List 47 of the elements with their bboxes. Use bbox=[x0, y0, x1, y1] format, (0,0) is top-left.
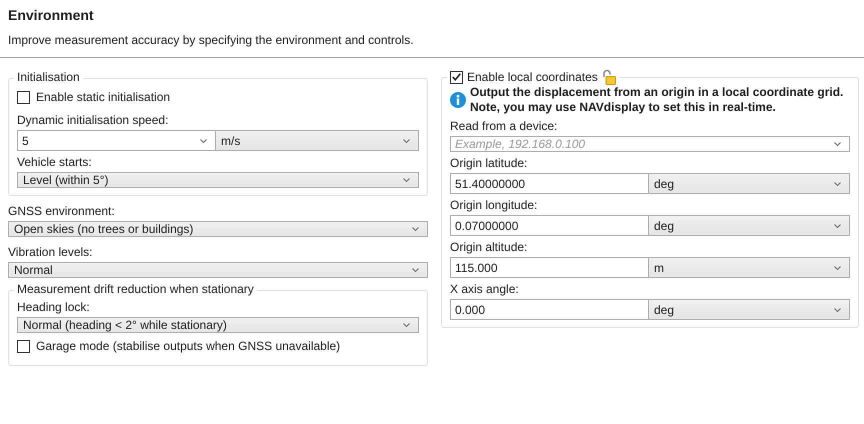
info-icon bbox=[450, 92, 466, 108]
field-label: Read from a device: bbox=[450, 119, 558, 134]
field-label: Origin altitude: bbox=[450, 240, 528, 255]
field-label: GNSS environment: bbox=[8, 204, 116, 219]
checkbox[interactable] bbox=[17, 340, 30, 353]
unit-dropdown[interactable]: deg bbox=[648, 215, 850, 236]
input-field[interactable]: 51.40000000 bbox=[450, 173, 648, 194]
checkbox-label[interactable]: Enable local coordinates bbox=[467, 70, 598, 84]
dropdown[interactable]: Normal bbox=[8, 262, 428, 278]
chevron-icon bbox=[412, 227, 419, 231]
unit-dropdown[interactable]: deg bbox=[648, 173, 850, 194]
input-field[interactable]: 0.07000000 bbox=[450, 215, 648, 236]
field-label: Origin latitude: bbox=[450, 156, 528, 171]
chevron-icon bbox=[412, 268, 419, 272]
page-title: Environment bbox=[8, 6, 95, 24]
checkbox-label[interactable]: Enable static initialisation bbox=[36, 90, 170, 105]
dropdown[interactable]: Level (within 5°) bbox=[17, 172, 419, 188]
chevron-icon bbox=[403, 323, 410, 327]
chevron-icon bbox=[403, 138, 410, 142]
field-label: Vehicle starts: bbox=[17, 155, 93, 170]
checkbox-label[interactable]: Garage mode (stabilise outputs when GNSS unavailable) bbox=[36, 339, 340, 354]
page-description: Improve measurement accuracy by specifying the environment and controls. bbox=[8, 33, 415, 48]
checkbox[interactable] bbox=[17, 91, 30, 104]
chevron-icon bbox=[834, 182, 841, 186]
input-field[interactable]: 0.000 bbox=[450, 299, 648, 320]
field-label: Vibration levels: bbox=[8, 245, 94, 260]
chevron-icon bbox=[834, 142, 841, 146]
field-label: Heading lock: bbox=[17, 300, 91, 315]
chevron-icon bbox=[834, 308, 841, 312]
unit-dropdown[interactable]: m/s bbox=[215, 130, 419, 151]
field-label: Origin longitude: bbox=[450, 198, 538, 213]
chevron-icon bbox=[834, 266, 841, 270]
info-text: Output the displacement from an origin in a local coordinate grid. Note, you may use NAVdisplay to set this in real-time. bbox=[470, 85, 844, 115]
combo-field[interactable]: 5 bbox=[17, 130, 215, 151]
padlock-icon bbox=[602, 69, 616, 85]
field-label: X axis angle: bbox=[450, 282, 520, 297]
group-title: Measurement drift reduction when stationary bbox=[14, 282, 257, 297]
dropdown[interactable]: Open skies (no trees or buildings) bbox=[8, 221, 428, 237]
unit-dropdown[interactable]: m bbox=[648, 257, 850, 278]
unit-dropdown[interactable]: deg bbox=[648, 299, 850, 320]
chevron-icon bbox=[403, 178, 410, 182]
input-field[interactable]: 115.000 bbox=[450, 257, 648, 278]
chevron-icon bbox=[834, 224, 841, 228]
chevron-icon bbox=[200, 138, 207, 142]
field-label: Dynamic initialisation speed: bbox=[17, 113, 170, 128]
dropdown[interactable]: Normal (heading < 2° while stationary) bbox=[17, 317, 419, 333]
checkbox[interactable] bbox=[450, 70, 463, 84]
